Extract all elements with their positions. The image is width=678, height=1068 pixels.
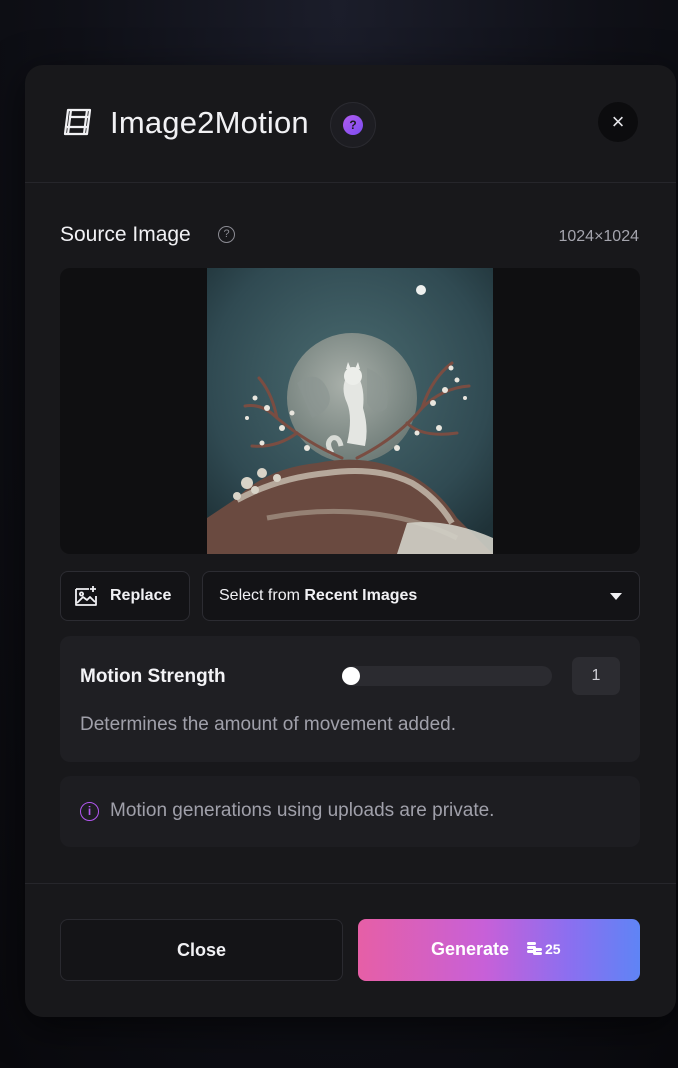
question-circle-icon[interactable]: ?: [218, 226, 235, 243]
help-icon: ?: [343, 115, 363, 135]
image-dimensions: 1024×1024: [558, 228, 639, 245]
generate-button[interactable]: Generate 25: [358, 919, 640, 981]
recent-images-select[interactable]: Select from Recent Images: [202, 571, 640, 621]
motion-strength-label: Motion Strength: [80, 666, 226, 687]
footer-divider: [25, 883, 676, 884]
motion-strength-description: Determines the amount of movement added.: [80, 714, 456, 735]
info-icon: i: [80, 802, 99, 821]
source-image: [207, 268, 493, 554]
generate-button-label: Generate: [431, 939, 510, 959]
privacy-notice: i Motion generations using uploads are p…: [60, 776, 640, 847]
recent-images-select-text: Select from Recent Images: [219, 587, 418, 604]
motion-strength-slider[interactable]: [342, 666, 552, 686]
dialog-header: Image2Motion ? ×: [25, 65, 676, 183]
token-coins-icon: [527, 942, 542, 955]
help-button[interactable]: ?: [330, 102, 376, 148]
slider-thumb[interactable]: [342, 667, 360, 685]
caret-down-icon: [610, 593, 622, 600]
motion-strength-card: Motion Strength 1 Determines the amount …: [60, 636, 640, 762]
dialog-title: Image2Motion: [110, 105, 309, 140]
close-button[interactable]: Close: [60, 919, 343, 981]
generate-cost: 25: [545, 941, 561, 957]
image2motion-dialog: Image2Motion ? × Source Image ? 1024×102…: [25, 65, 676, 1017]
replace-button-label: Replace: [110, 587, 172, 604]
close-icon[interactable]: ×: [598, 102, 638, 142]
replace-button[interactable]: Replace: [60, 571, 190, 621]
image-sparkle-icon: [75, 586, 97, 606]
source-image-label: Source Image: [60, 223, 191, 246]
source-image-preview: [60, 268, 640, 554]
film-reel-icon: [63, 108, 92, 136]
motion-strength-value[interactable]: 1: [572, 657, 620, 695]
privacy-notice-text: Motion generations using uploads are pri…: [110, 800, 495, 821]
